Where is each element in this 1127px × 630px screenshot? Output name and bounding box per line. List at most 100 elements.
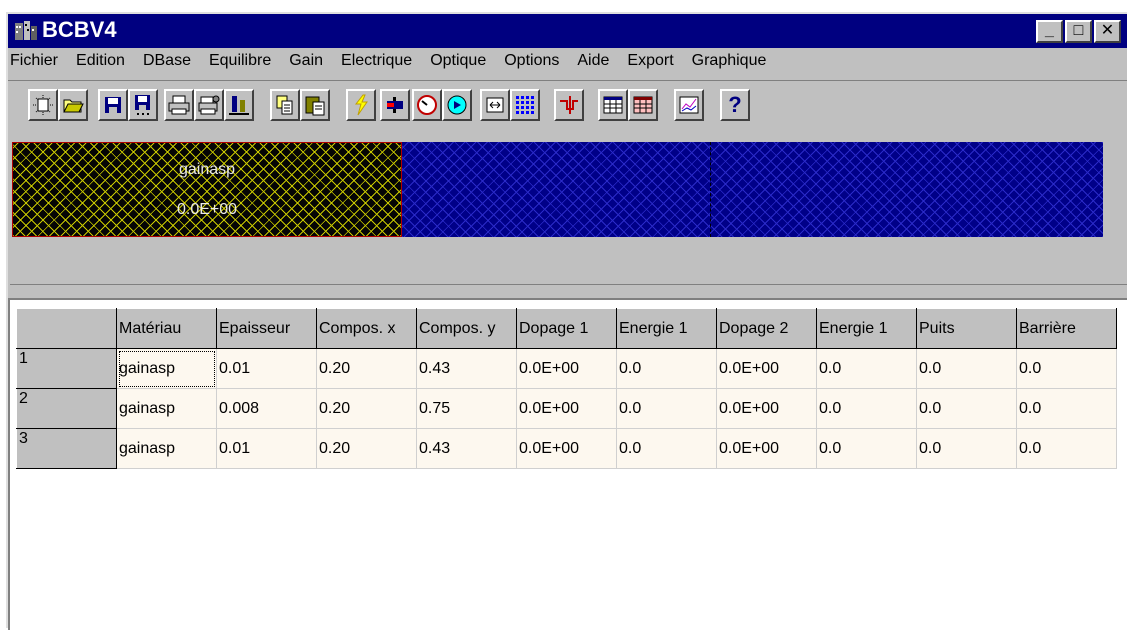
- grid-cell[interactable]: 0.75: [416, 388, 517, 429]
- grid-cell[interactable]: 0.0E+00: [516, 348, 617, 389]
- paste-button[interactable]: [300, 89, 330, 121]
- resize-button[interactable]: [480, 89, 510, 121]
- gauge-icon: [417, 95, 437, 115]
- menu-equilibre[interactable]: Equilibre: [200, 50, 280, 74]
- grid-cell[interactable]: 0.0: [916, 388, 1017, 429]
- col-header-compos-y[interactable]: Compos. y: [416, 308, 517, 349]
- chart-export-button[interactable]: [224, 89, 254, 121]
- menu-export[interactable]: Export: [618, 50, 682, 74]
- save-as-button[interactable]: [128, 89, 158, 121]
- layer-value: 0.0E+00: [176, 201, 238, 218]
- gauge-button[interactable]: [412, 89, 442, 121]
- grid-cell[interactable]: 0.0: [816, 428, 917, 469]
- grid-cell[interactable]: gainasp: [116, 428, 217, 469]
- grid-cell[interactable]: 0.0E+00: [716, 388, 817, 429]
- col-header-barriere[interactable]: Barrière: [1016, 308, 1117, 349]
- table-colored-icon: [633, 96, 653, 114]
- layer-icon: [387, 97, 403, 113]
- grid-cell[interactable]: 0.0: [816, 348, 917, 389]
- dot-grid-button[interactable]: [510, 89, 540, 121]
- print-icon: [168, 95, 190, 115]
- resize-icon: [486, 97, 504, 113]
- maximize-button[interactable]: □: [1065, 20, 1092, 43]
- menu-options[interactable]: Options: [495, 50, 568, 74]
- grid-cell[interactable]: 0.43: [416, 428, 517, 469]
- band-diagram-button[interactable]: [554, 89, 584, 121]
- grid-cell[interactable]: 0.0E+00: [716, 348, 817, 389]
- menu-fichier[interactable]: Fichier: [8, 50, 67, 74]
- grid-cell[interactable]: 0.0: [916, 348, 1017, 389]
- title-bar[interactable]: BCBV4 _ □ ✕: [8, 14, 1127, 48]
- col-header-energie-1[interactable]: Energie 1: [616, 308, 717, 349]
- close-button[interactable]: ✕: [1094, 20, 1121, 43]
- row-header[interactable]: 1: [16, 348, 117, 389]
- col-header-energie-2[interactable]: Energie 1: [816, 308, 917, 349]
- row-header[interactable]: 2: [16, 388, 117, 429]
- layer-band[interactable]: gainasp 0.0E+00: [12, 142, 402, 237]
- save-button[interactable]: [98, 89, 128, 121]
- col-header-compos-x[interactable]: Compos. x: [316, 308, 417, 349]
- help-button[interactable]: ?: [720, 89, 750, 121]
- chart-export-icon: [229, 96, 249, 115]
- grid-cell[interactable]: 0.0: [1016, 428, 1117, 469]
- circle-play-button[interactable]: [442, 89, 472, 121]
- grid-cell[interactable]: 0.0: [616, 348, 717, 389]
- col-header-epaisseur[interactable]: Epaisseur: [216, 308, 317, 349]
- grid-cell[interactable]: 0.0: [1016, 348, 1117, 389]
- paste-icon: [305, 96, 325, 116]
- corner-cell[interactable]: [16, 308, 117, 349]
- header-row: Matériau Epaisseur Compos. x Compos. y D…: [16, 308, 1117, 349]
- window-title: BCBV4: [42, 17, 117, 42]
- grid-cell[interactable]: 0.20: [316, 388, 417, 429]
- new-button[interactable]: [28, 89, 58, 121]
- layer-structure-view[interactable]: gainasp 0.0E+00: [8, 142, 1103, 254]
- grid-cell[interactable]: 0.01: [216, 428, 317, 469]
- layer-band[interactable]: [402, 142, 710, 237]
- grid-cell[interactable]: gainasp: [116, 348, 217, 389]
- grid-cell[interactable]: 0.43: [416, 348, 517, 389]
- menu-bar: Fichier Edition DBase Equilibre Gain Ele…: [8, 50, 1127, 74]
- grid-cell[interactable]: 0.01: [216, 348, 317, 389]
- col-header-puits[interactable]: Puits: [916, 308, 1017, 349]
- grid-cell[interactable]: 0.0: [616, 388, 717, 429]
- graph-button[interactable]: [674, 89, 704, 121]
- grid-cell[interactable]: 0.0: [1016, 388, 1117, 429]
- menu-edition[interactable]: Edition: [67, 50, 134, 74]
- grid-cell[interactable]: 0.0: [916, 428, 1017, 469]
- grid-cell[interactable]: 0.008: [216, 388, 317, 429]
- menu-electrique[interactable]: Electrique: [332, 50, 421, 74]
- toolbar: ?: [8, 80, 1127, 126]
- table-button[interactable]: [598, 89, 628, 121]
- row-header[interactable]: 3: [16, 428, 117, 469]
- dot-grid-icon: [516, 96, 534, 114]
- grid-cell[interactable]: 0.20: [316, 428, 417, 469]
- col-header-materiau[interactable]: Matériau: [116, 308, 217, 349]
- grid-cell[interactable]: 0.0: [816, 388, 917, 429]
- table-colored-button[interactable]: [628, 89, 658, 121]
- menu-optique[interactable]: Optique: [421, 50, 495, 74]
- grid-cell[interactable]: 0.0: [616, 428, 717, 469]
- menu-graphique[interactable]: Graphique: [683, 50, 776, 74]
- grid-cell[interactable]: 0.0E+00: [716, 428, 817, 469]
- copy-button[interactable]: [270, 89, 300, 121]
- grid-cell[interactable]: 0.20: [316, 348, 417, 389]
- open-button[interactable]: [58, 89, 88, 121]
- grid-cell[interactable]: gainasp: [116, 388, 217, 429]
- layer-band[interactable]: [710, 142, 1103, 237]
- col-header-dopage-2[interactable]: Dopage 2: [716, 308, 817, 349]
- grid-cell[interactable]: 0.0E+00: [516, 428, 617, 469]
- layer-grid-area: Matériau Epaisseur Compos. x Compos. y D…: [8, 298, 1127, 630]
- lightning-icon: [354, 94, 368, 116]
- col-header-dopage-1[interactable]: Dopage 1: [516, 308, 617, 349]
- menu-gain[interactable]: Gain: [280, 50, 332, 74]
- grid-cell[interactable]: 0.0E+00: [516, 388, 617, 429]
- print-setup-button[interactable]: [194, 89, 224, 121]
- print-button[interactable]: [164, 89, 194, 121]
- menu-dbase[interactable]: DBase: [134, 50, 200, 74]
- minimize-button[interactable]: _: [1036, 20, 1063, 43]
- layer-button[interactable]: [380, 89, 410, 121]
- copy-icon: [276, 95, 293, 115]
- lightning-button[interactable]: [346, 89, 376, 121]
- circle-play-icon: [447, 95, 467, 115]
- menu-aide[interactable]: Aide: [568, 50, 618, 74]
